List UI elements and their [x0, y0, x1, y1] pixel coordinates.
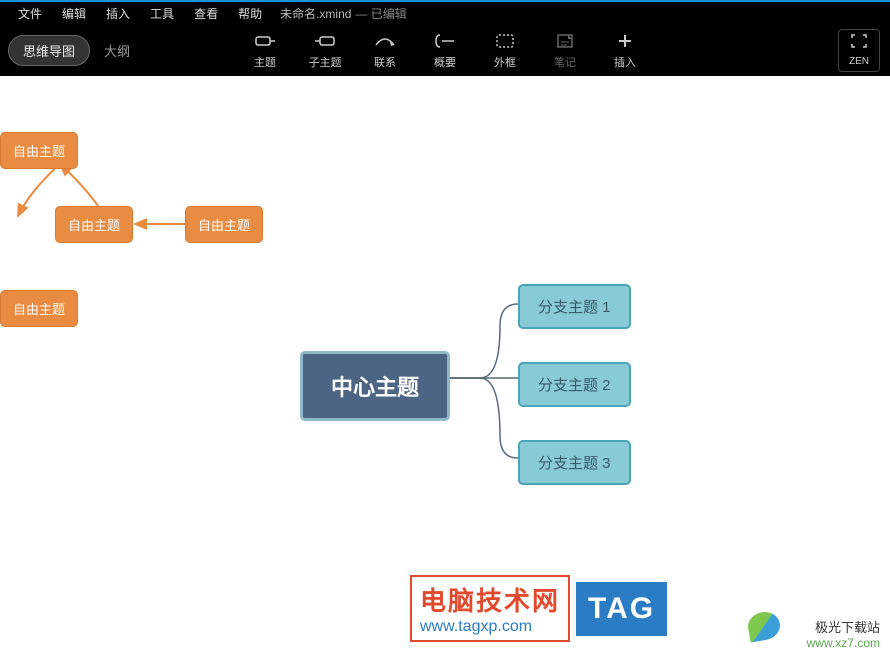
menu-help[interactable]: 帮助 — [228, 5, 272, 22]
watermark-title: 电脑技术网 — [420, 581, 560, 618]
tool-label: 插入 — [614, 54, 636, 70]
watermark-tag: TAG — [576, 582, 667, 636]
menu-view[interactable]: 查看 — [184, 5, 228, 22]
tool-group: 主题 子主题 联系 概要 外框 — [235, 27, 655, 74]
relation-icon — [374, 31, 396, 51]
tool-subtopic[interactable]: 子主题 — [295, 27, 355, 74]
tool-label: 联系 — [374, 54, 396, 70]
tool-note[interactable]: 笔记 — [535, 27, 595, 74]
tool-summary[interactable]: 概要 — [415, 27, 475, 74]
branch-topic-node[interactable]: 分支主题 3 — [518, 440, 631, 485]
free-topic-node[interactable]: 自由主题 — [55, 206, 133, 243]
free-topic-node[interactable]: 自由主题 — [0, 132, 78, 169]
tool-label: 外框 — [494, 54, 516, 70]
subtopic-icon — [314, 31, 336, 51]
document-status: — 已编辑 — [355, 5, 406, 22]
topic-icon — [254, 31, 276, 51]
tool-label: 概要 — [434, 54, 456, 70]
tool-label: 子主题 — [309, 54, 342, 70]
branch-topic-node[interactable]: 分支主题 2 — [518, 362, 631, 407]
watermark-main: 电脑技术网 www.tagxp.com — [410, 575, 570, 642]
watermark-site-name: 极光下载站 — [815, 617, 880, 636]
tool-label: 笔记 — [554, 54, 576, 70]
free-topic-node[interactable]: 自由主题 — [185, 206, 263, 243]
menu-edit[interactable]: 编辑 — [52, 5, 96, 22]
watermark-url: www.tagxp.com — [420, 618, 532, 636]
zen-label: ZEN — [849, 56, 869, 67]
toolbar: 思维导图 大纲 主题 子主题 联系 概要 — [0, 24, 890, 76]
boundary-icon — [494, 31, 516, 51]
insert-icon — [614, 31, 636, 51]
menu-insert[interactable]: 插入 — [96, 5, 140, 22]
view-mindmap-button[interactable]: 思维导图 — [8, 35, 90, 66]
watermark: 电脑技术网 www.tagxp.com TAG — [410, 575, 667, 642]
branch-topic-node[interactable]: 分支主题 1 — [518, 284, 631, 329]
document-filename: 未命名.xmind — [280, 5, 351, 22]
view-outline-button[interactable]: 大纲 — [104, 41, 130, 60]
summary-icon — [434, 31, 456, 51]
tool-boundary[interactable]: 外框 — [475, 27, 535, 74]
free-topic-node[interactable]: 自由主题 — [0, 290, 78, 327]
watermark-logo-icon — [746, 609, 782, 642]
menubar: 文件 编辑 插入 工具 查看 帮助 未命名.xmind — 已编辑 — [0, 2, 890, 24]
watermark-site-url: www.xz7.com — [807, 636, 880, 650]
tool-relation[interactable]: 联系 — [355, 27, 415, 74]
mindmap-canvas[interactable]: 自由主题 自由主题 自由主题 自由主题 中心主题 分支主题 1 分支主题 2 分… — [0, 76, 890, 658]
tool-label: 主题 — [254, 54, 276, 70]
central-topic-node[interactable]: 中心主题 — [300, 351, 450, 421]
zen-button[interactable]: ZEN — [838, 29, 880, 72]
note-icon — [554, 31, 576, 51]
fullscreen-icon — [851, 34, 867, 53]
view-switch: 思维导图 大纲 — [8, 35, 130, 66]
menu-file[interactable]: 文件 — [8, 5, 52, 22]
tool-insert[interactable]: 插入 — [595, 27, 655, 74]
tool-topic[interactable]: 主题 — [235, 27, 295, 74]
menu-tools[interactable]: 工具 — [140, 5, 184, 22]
watermark-site: 极光下载站 www.xz7.com — [807, 617, 880, 650]
